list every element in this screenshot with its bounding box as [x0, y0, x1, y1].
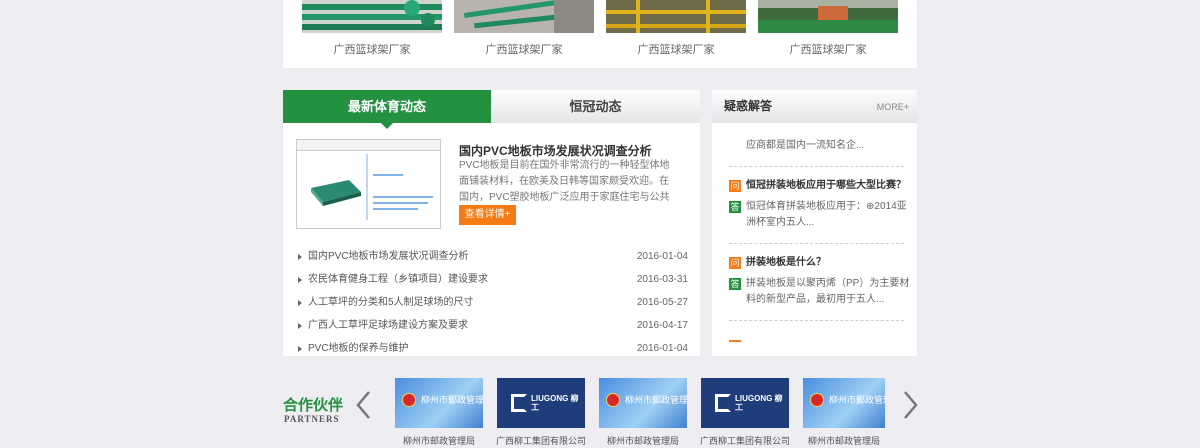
feature-title[interactable]: 国内PVC地板市场发展状况调查分析 — [459, 142, 652, 159]
liugong-logo-icon — [715, 394, 731, 412]
partner-card[interactable]: 柳州市郵政管理局 柳州市邮政管理局 — [599, 378, 687, 446]
product-caption[interactable]: 广西篮球架厂家 — [302, 41, 442, 57]
view-details-button[interactable]: 查看详情+ — [459, 205, 516, 225]
news-date: 2016-03-31 — [636, 274, 688, 285]
list-item[interactable]: PVC地板的保养与维护 2016-01-04 — [296, 337, 688, 356]
product-caption[interactable]: 广西篮球架厂家 — [606, 41, 746, 57]
emblem-icon — [606, 393, 620, 407]
partner-name[interactable]: 柳州市邮政管理局 — [384, 434, 494, 447]
feature-description: PVC地板是目前在国外非常流行的一种轻型体地面铺装材料，在欧美及日韩等国家颇受欢… — [459, 160, 670, 203]
qa-answer[interactable]: 恒冠体育拼装地板应用于：⊕2014亚洲杯室内五人... — [746, 199, 911, 231]
product-image[interactable] — [454, 0, 594, 33]
partner-card[interactable]: LIUGONG 柳工 广西柳工集团有限公司 — [496, 378, 586, 446]
news-panel: 最新体育动态 恒冠动态 国内PVC地板市场发展状况调查分析 PVC地板是目前在国… — [283, 90, 700, 356]
partner-name[interactable]: 柳州市邮政管理局 — [588, 434, 698, 447]
news-title[interactable]: 人工草坪的分类和5人制足球场的尺寸 — [308, 297, 474, 308]
product-strip: 广西篮球架厂家 广西篮球架厂家 广西篮球架厂家 广西篮球架厂家 — [283, 0, 917, 68]
partner-name[interactable]: 广西柳工集团有限公司 — [690, 434, 800, 447]
product-caption[interactable]: 广西篮球架厂家 — [454, 41, 594, 57]
product-image[interactable] — [302, 0, 442, 33]
news-date: 2016-01-04 — [636, 251, 688, 262]
product-image[interactable] — [758, 0, 898, 33]
news-title[interactable]: 国内PVC地板市场发展状况调查分析 — [308, 251, 469, 262]
list-item[interactable]: 国内PVC地板市场发展状况调查分析 2016-01-04 — [296, 245, 688, 268]
qa-more-link[interactable]: MORE+ — [877, 91, 909, 124]
list-item[interactable]: 广西人工草坪足球场建设方案及要求 2016-04-17 — [296, 314, 688, 337]
product-caption[interactable]: 广西篮球架厂家 — [758, 41, 898, 57]
news-date: 2016-01-04 — [636, 343, 688, 354]
qa-question[interactable]: 恒冠拼装地板应用于哪些大型比赛？ — [746, 178, 911, 194]
qa-intro-text[interactable]: 应商都是国内一流知名企... — [746, 138, 911, 154]
qa-header: 疑惑解答 MORE+ — [712, 90, 917, 123]
chevron-left-icon[interactable] — [354, 390, 374, 420]
partner-logo[interactable]: LIUGONG 柳工 — [701, 378, 789, 428]
partner-card[interactable]: LIUGONG 柳工 广西柳工集团有限公司 — [700, 378, 790, 446]
product-card[interactable]: 广西篮球架厂家 — [454, 0, 594, 56]
accent-bar — [729, 340, 741, 342]
partner-card[interactable]: 柳州市郵政管理局 柳州市邮政管理局 — [803, 378, 885, 446]
news-list: 国内PVC地板市场发展状况调查分析 2016-01-04 农民体育健身工程（乡镇项… — [296, 245, 688, 356]
news-tabs: 最新体育动态 恒冠动态 — [283, 90, 700, 129]
question-badge: 问 — [729, 180, 741, 192]
tab-company-news[interactable]: 恒冠动态 — [491, 90, 700, 123]
divider — [729, 166, 904, 167]
divider — [729, 243, 904, 244]
news-date: 2016-04-17 — [636, 320, 688, 331]
product-image[interactable] — [606, 0, 746, 33]
partner-logo[interactable]: 柳州市郵政管理局 — [395, 378, 483, 428]
qa-answer[interactable]: 拼装地板是以聚丙烯（PP）为主要材料的新型产品，最初用于五人... — [746, 276, 911, 308]
list-item[interactable]: 农民体育健身工程（乡镇项目）建设要求 2016-03-31 — [296, 268, 688, 291]
news-title[interactable]: 农民体育健身工程（乡镇项目）建设要求 — [308, 274, 488, 285]
answer-badge: 答 — [729, 201, 741, 213]
partner-card[interactable]: 柳州市郵政管理局 柳州市邮政管理局 — [395, 378, 483, 446]
chevron-right-icon[interactable] — [900, 390, 920, 420]
emblem-icon — [810, 393, 824, 407]
product-card[interactable]: 广西篮球架厂家 — [758, 0, 898, 56]
partner-name[interactable]: 广西柳工集团有限公司 — [486, 434, 596, 447]
list-item[interactable]: 人工草坪的分类和5人制足球场的尺寸 2016-05-27 — [296, 291, 688, 314]
news-title[interactable]: 广西人工草坪足球场建设方案及要求 — [308, 320, 468, 331]
tab-latest-sports-news[interactable]: 最新体育动态 — [283, 90, 491, 129]
partner-logo[interactable]: 柳州市郵政管理局 — [599, 378, 687, 428]
partner-logo[interactable]: LIUGONG 柳工 — [497, 378, 585, 428]
question-badge: 问 — [729, 257, 741, 269]
partners-subtitle: PARTNERS — [284, 414, 340, 424]
answer-badge: 答 — [729, 278, 741, 290]
product-card[interactable]: 广西篮球架厂家 — [302, 0, 442, 56]
divider — [729, 320, 904, 321]
liugong-logo-icon — [511, 394, 527, 412]
product-card[interactable]: 广西篮球架厂家 — [606, 0, 746, 56]
news-date: 2016-05-27 — [636, 297, 688, 308]
news-title[interactable]: PVC地板的保养与维护 — [308, 343, 409, 354]
qa-title: 疑惑解答 — [724, 99, 773, 113]
partners-title: 合作伙伴 — [283, 397, 344, 414]
qa-question[interactable]: 拼装地板是什么？ — [746, 255, 911, 271]
emblem-icon — [402, 393, 416, 407]
qa-panel: 疑惑解答 MORE+ 应商都是国内一流知名企... 问 恒冠拼装地板应用于哪些大… — [712, 90, 917, 356]
partner-name[interactable]: 柳州市邮政管理局 — [794, 434, 894, 447]
partner-logo[interactable]: 柳州市郵政管理局 — [803, 378, 885, 428]
feature-image[interactable] — [296, 139, 441, 229]
